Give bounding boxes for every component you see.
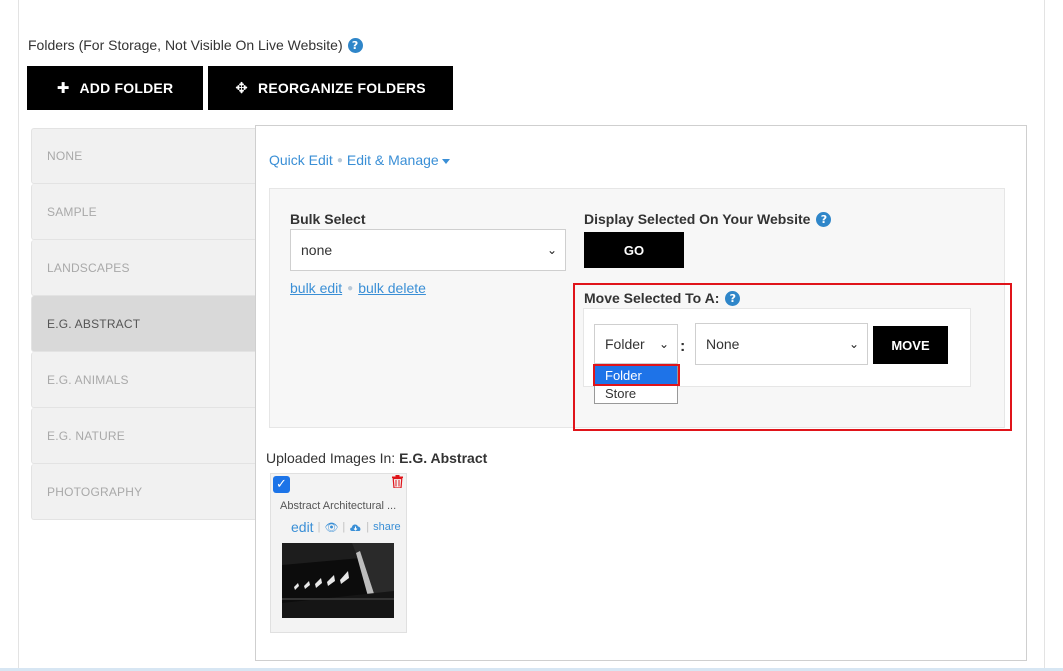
folder-item-eg-nature[interactable]: E.G. NATURE xyxy=(31,408,256,464)
go-button[interactable]: GO xyxy=(584,232,684,268)
uploaded-folder-name: E.G. Abstract xyxy=(399,450,488,466)
separator-dot: ● xyxy=(347,282,354,294)
pipe-separator: | xyxy=(366,521,370,533)
trash-icon[interactable] xyxy=(392,475,403,488)
move-target-value: None xyxy=(706,336,740,352)
abstract-architecture-image xyxy=(282,543,394,618)
image-select-checkbox[interactable]: ✓ xyxy=(273,476,290,493)
move-button[interactable]: MOVE xyxy=(873,326,948,364)
folder-item-landscapes[interactable]: LANDSCAPES xyxy=(31,240,256,296)
display-selected-text: Display Selected On Your Website xyxy=(584,211,811,227)
colon-separator: : xyxy=(680,338,686,355)
image-share-link[interactable]: share xyxy=(373,521,401,533)
move-type-value: Folder xyxy=(605,336,645,352)
reorganize-folders-label: REORGANIZE FOLDERS xyxy=(258,80,426,96)
folders-heading-text: Folders (For Storage, Not Visible On Liv… xyxy=(28,37,343,53)
chevron-down-icon: ⌄ xyxy=(546,243,557,257)
pipe-separator: | xyxy=(342,521,346,533)
edit-manage-link[interactable]: Edit & Manage xyxy=(347,152,450,168)
bulk-links: bulk edit ● bulk delete xyxy=(290,280,426,296)
help-icon[interactable]: ? xyxy=(816,211,832,227)
move-selected-label: Move Selected To A: ? xyxy=(584,290,741,306)
help-icon[interactable]: ? xyxy=(725,290,741,306)
reorganize-folders-button[interactable]: ✥ REORGANIZE FOLDERS xyxy=(208,66,453,110)
move-type-select[interactable]: Folder ⌄ xyxy=(594,324,678,364)
image-thumbnail[interactable] xyxy=(282,543,394,618)
uploaded-images-label: Uploaded Images In: E.G. Abstract xyxy=(266,450,487,466)
folder-item-photography[interactable]: PHOTOGRAPHY xyxy=(31,464,256,520)
chevron-down-icon: ⌄ xyxy=(658,337,669,351)
bulk-edit-link[interactable]: bulk edit xyxy=(290,280,342,296)
quick-edit-link[interactable]: Quick Edit xyxy=(269,152,333,168)
folder-item-eg-animals[interactable]: E.G. ANIMALS xyxy=(31,352,256,408)
separator-dot: ● xyxy=(336,154,343,166)
bulk-select-value: none xyxy=(301,242,333,258)
dropdown-option-highlight xyxy=(593,364,680,386)
chevron-down-icon: ⌄ xyxy=(848,337,859,351)
add-folder-label: ADD FOLDER xyxy=(79,80,174,96)
move-arrows-icon: ✥ xyxy=(235,79,249,97)
add-folder-button[interactable]: ✚ ADD FOLDER xyxy=(27,66,203,110)
move-selected-text: Move Selected To A: xyxy=(584,290,720,306)
image-actions: edit | 👁 | | share xyxy=(291,519,401,535)
eye-icon[interactable]: 👁 xyxy=(324,521,338,534)
edit-mode-links: Quick Edit ● Edit & Manage xyxy=(269,152,450,168)
cloud-download-icon[interactable] xyxy=(349,522,362,532)
plus-icon: ✚ xyxy=(56,79,70,97)
display-selected-label: Display Selected On Your Website ? xyxy=(584,211,832,227)
pipe-separator: | xyxy=(317,521,321,533)
edit-manage-label: Edit & Manage xyxy=(346,152,439,168)
dropdown-option-store[interactable]: Store xyxy=(595,384,677,402)
folder-item-eg-abstract[interactable]: E.G. ABSTRACT xyxy=(31,296,256,352)
folder-item-sample[interactable]: SAMPLE xyxy=(31,184,256,240)
caret-down-icon xyxy=(441,158,450,164)
folders-heading: Folders (For Storage, Not Visible On Liv… xyxy=(28,37,363,53)
folder-list: NONE SAMPLE LANDSCAPES E.G. ABSTRACT E.G… xyxy=(31,128,256,520)
bulk-delete-link[interactable]: bulk delete xyxy=(358,280,426,296)
help-icon[interactable]: ? xyxy=(347,37,363,53)
uploaded-prefix: Uploaded Images In: xyxy=(266,450,396,466)
bulk-select-label: Bulk Select xyxy=(290,211,366,227)
move-target-select[interactable]: None ⌄ xyxy=(695,323,868,365)
folder-item-none[interactable]: NONE xyxy=(31,128,256,184)
image-title: Abstract Architectural ... xyxy=(280,500,397,512)
bulk-select-dropdown[interactable]: none ⌄ xyxy=(290,229,566,271)
image-edit-link[interactable]: edit xyxy=(291,519,314,535)
